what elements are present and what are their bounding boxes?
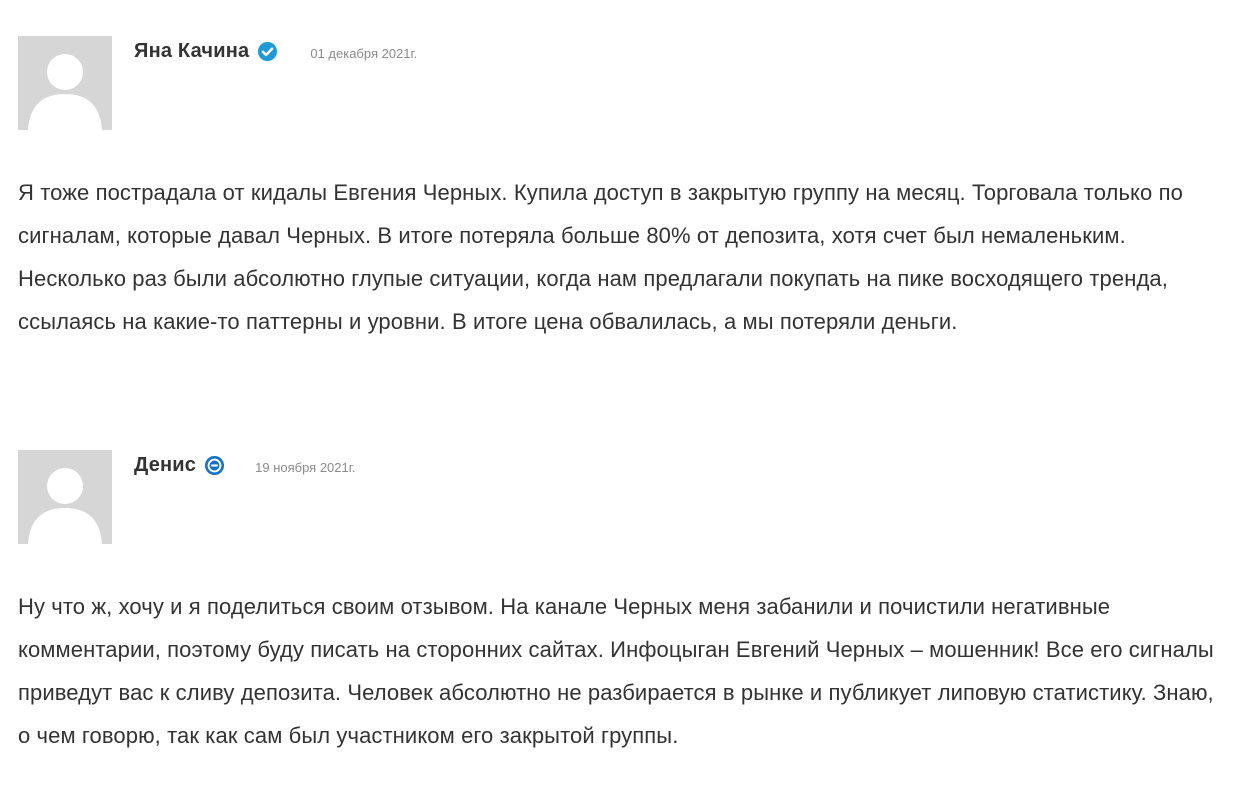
comment-date: 19 ноября 2021г. bbox=[255, 460, 356, 475]
comment-header: Денис 19 ноября 2021г. bbox=[18, 450, 1228, 545]
author-name: Яна Качина bbox=[134, 40, 250, 62]
verified-check-icon bbox=[257, 41, 278, 62]
minus-circle-icon bbox=[204, 455, 225, 476]
comment-body: Я тоже пострадала от кидалы Евгения Черн… bbox=[18, 171, 1228, 343]
user-silhouette-icon bbox=[18, 36, 112, 130]
comment-body: Ну что ж, хочу и я поделиться своим отзы… bbox=[18, 585, 1228, 757]
comment-meta: Денис 19 ноября 2021г. bbox=[134, 454, 356, 477]
comment-date: 01 декабря 2021г. bbox=[310, 46, 418, 61]
comment-header: Яна Качина 01 декабря 2021г. bbox=[18, 36, 1228, 131]
avatar bbox=[18, 450, 112, 544]
comment-item: Яна Качина 01 декабря 2021г. Я тоже пост… bbox=[18, 36, 1228, 343]
avatar bbox=[18, 36, 112, 130]
comment-text: Ну что ж, хочу и я поделиться своим отзы… bbox=[18, 594, 1214, 748]
author-name: Денис bbox=[134, 454, 197, 476]
comment-meta: Яна Качина 01 декабря 2021г. bbox=[134, 40, 417, 63]
comment-item: Денис 19 ноября 2021г. Ну что ж, хочу и … bbox=[18, 450, 1228, 757]
user-silhouette-icon bbox=[18, 450, 112, 544]
comment-text: Я тоже пострадала от кидалы Евгения Черн… bbox=[18, 180, 1183, 334]
